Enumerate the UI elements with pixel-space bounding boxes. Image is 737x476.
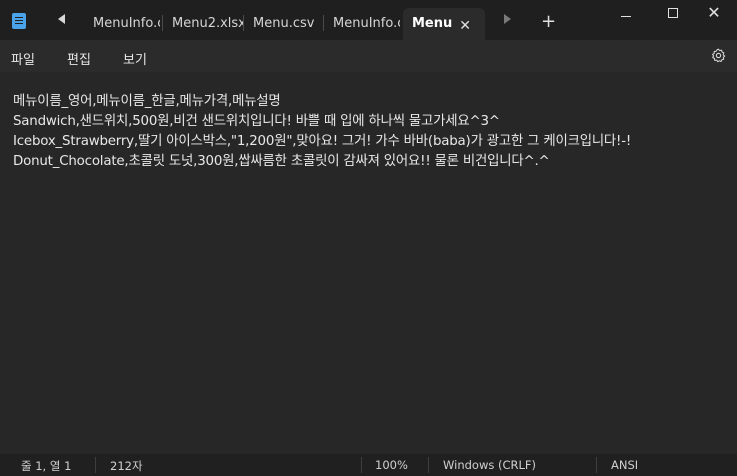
editor-line: Donut_Chocolate,초콜릿 도넛,300원,쌉싸름한 초콜릿이 감싸… <box>13 154 550 169</box>
menu-edit[interactable]: 편집 <box>67 49 91 68</box>
title-bar: MenuInfo.csv Menu2.xlsx Menu.csv MenuInf… <box>0 0 737 40</box>
tab-menu-active[interactable]: Menu ✕ <box>403 8 485 40</box>
tab-label: MenuInfo.csv <box>93 16 160 31</box>
tab-menu-csv[interactable]: Menu.csv <box>244 8 323 40</box>
tab-menuinfo-csv-2[interactable]: MenuInfo.csv <box>324 8 400 40</box>
status-bar: 줄 1, 열 1 212자 100% Windows (CRLF) ANSI <box>0 454 737 476</box>
editor-line: Sandwich,샌드위치,500원,비건 샌드위치입니다! 바쁠 때 입에 하… <box>13 114 500 129</box>
character-count: 212자 <box>110 459 143 473</box>
tab-label: Menu2.xlsx <box>172 16 243 31</box>
new-tab-button[interactable]: + <box>541 11 556 32</box>
minimize-button[interactable] <box>603 0 649 32</box>
maximize-button[interactable] <box>650 0 696 32</box>
status-divider <box>361 457 362 473</box>
gear-icon[interactable] <box>711 48 726 63</box>
status-divider <box>596 457 597 473</box>
encoding[interactable]: ANSI <box>611 458 638 472</box>
editor-line: 메뉴이름_영어,메뉴이름_한글,메뉴가격,메뉴설명 <box>13 94 281 109</box>
zoom-level[interactable]: 100% <box>375 458 408 472</box>
text-editor[interactable]: 메뉴이름_영어,메뉴이름_한글,메뉴가격,메뉴설명 Sandwich,샌드위치,… <box>0 72 737 448</box>
tab-label: MenuInfo.csv <box>333 16 400 31</box>
tab-label: Menu.csv <box>253 16 315 31</box>
menu-bar: 파일 편집 보기 <box>0 40 737 72</box>
cursor-position[interactable]: 줄 1, 열 1 <box>21 458 71 474</box>
menu-file[interactable]: 파일 <box>11 49 35 68</box>
tab-menu2-xlsx[interactable]: Menu2.xlsx <box>163 8 243 40</box>
close-tab-icon[interactable]: ✕ <box>459 18 471 34</box>
tab-label: Menu <box>412 16 453 31</box>
caret-left-icon[interactable] <box>58 14 65 24</box>
menu-view[interactable]: 보기 <box>123 49 147 68</box>
editor-line: Icebox_Strawberry,딸기 아이스박스,"1,200원",맞아요!… <box>13 134 632 149</box>
notepad-icon <box>12 13 26 29</box>
close-window-button[interactable]: ✕ <box>691 0 737 32</box>
status-divider <box>428 457 429 473</box>
line-ending[interactable]: Windows (CRLF) <box>443 458 536 472</box>
status-divider <box>95 457 96 473</box>
caret-right-icon[interactable] <box>504 14 511 24</box>
tab-menuinfo-csv-1[interactable]: MenuInfo.csv <box>84 8 160 40</box>
